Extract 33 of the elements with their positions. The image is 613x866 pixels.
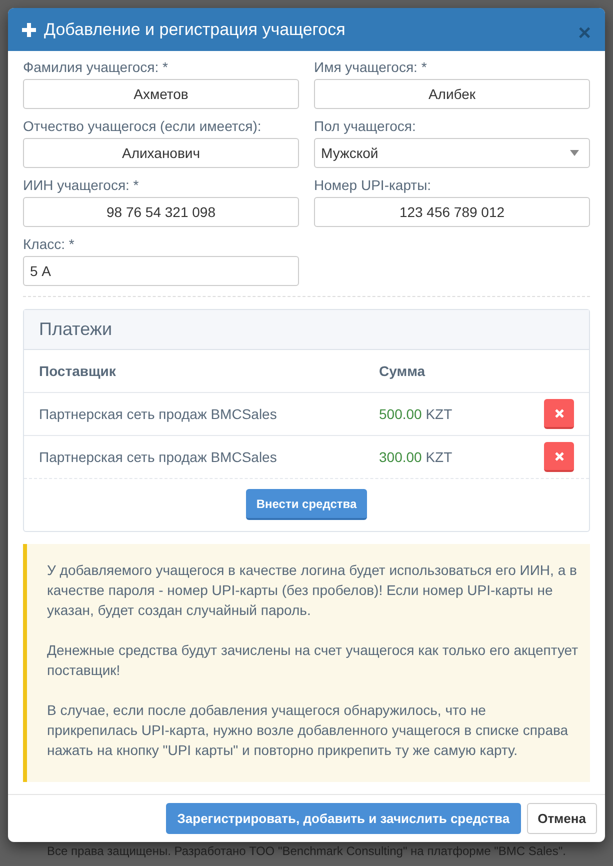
field-label: Класс: *	[23, 236, 76, 252]
panel-title: Платежи	[39, 319, 112, 340]
page-footer-text: Все права защищены. Разработано ТОО "Benchmark Consulting" на платформе "BMC Sales".	[47, 844, 566, 858]
close-icon	[554, 452, 564, 460]
input-field[interactable]: Алиханович	[23, 138, 299, 168]
select-field[interactable]: Мужской	[314, 138, 590, 168]
field-label: ИИН учащегося: *	[23, 177, 140, 193]
field-label: Пол учащегося:	[314, 118, 417, 134]
supplier-cell-text: Партнерская сеть продаж BMCSales	[39, 406, 278, 422]
close-icon	[554, 408, 564, 418]
column-header: Поставщик	[39, 363, 117, 379]
cancel-button[interactable]: Отмена	[526, 803, 597, 834]
field-label: Фамилия учащегося: *	[23, 59, 169, 75]
amount-cell-text: 300.00 KZT	[379, 449, 454, 465]
column-header: Сумма	[379, 363, 426, 379]
notice-text: У добавляемого учащегося в качестве логина будет использоваться его ИИН, а в качестве пароля - номер UPI-карты (без пробелов)! Если номер UPI-карты не указан, будет создан случайный пароль.	[47, 561, 578, 620]
field-label: Имя учащегося: *	[314, 59, 428, 75]
plus-icon	[22, 22, 36, 36]
amount-cell-text: 500.00 KZT	[379, 406, 454, 422]
input-field[interactable]: 123 456 789 012	[314, 197, 590, 227]
field-label: Номер UPI-карты:	[314, 177, 432, 193]
input-field[interactable]: Алибек	[314, 79, 590, 109]
notice-text: В случае, если после добавления учащегося обнаружилось, что не прикрепилась UPI-карта, нужно возле добавленного учащегося в списке справа нажать на кнопку "UPI карты" и повторно прикрепить ту же самую карту.	[47, 701, 570, 760]
supplier-cell-text: Партнерская сеть продаж BMCSales	[39, 449, 278, 465]
modal-title: Добавление и регистрация учащегося	[44, 20, 346, 40]
caret-icon	[570, 150, 579, 156]
input-field[interactable]: Ахметов	[23, 79, 299, 109]
delete-button[interactable]	[544, 399, 574, 429]
notice-text: Денежные средства будут зачислены на счет учащегося как только его акцептует поставщик!	[47, 641, 578, 680]
field-label: Отчество учащегося (если имеется):	[23, 118, 262, 134]
delete-button[interactable]	[544, 442, 574, 472]
input-field[interactable]: 5 А	[23, 256, 299, 286]
input-field[interactable]: 98 76 54 321 098	[23, 197, 299, 227]
